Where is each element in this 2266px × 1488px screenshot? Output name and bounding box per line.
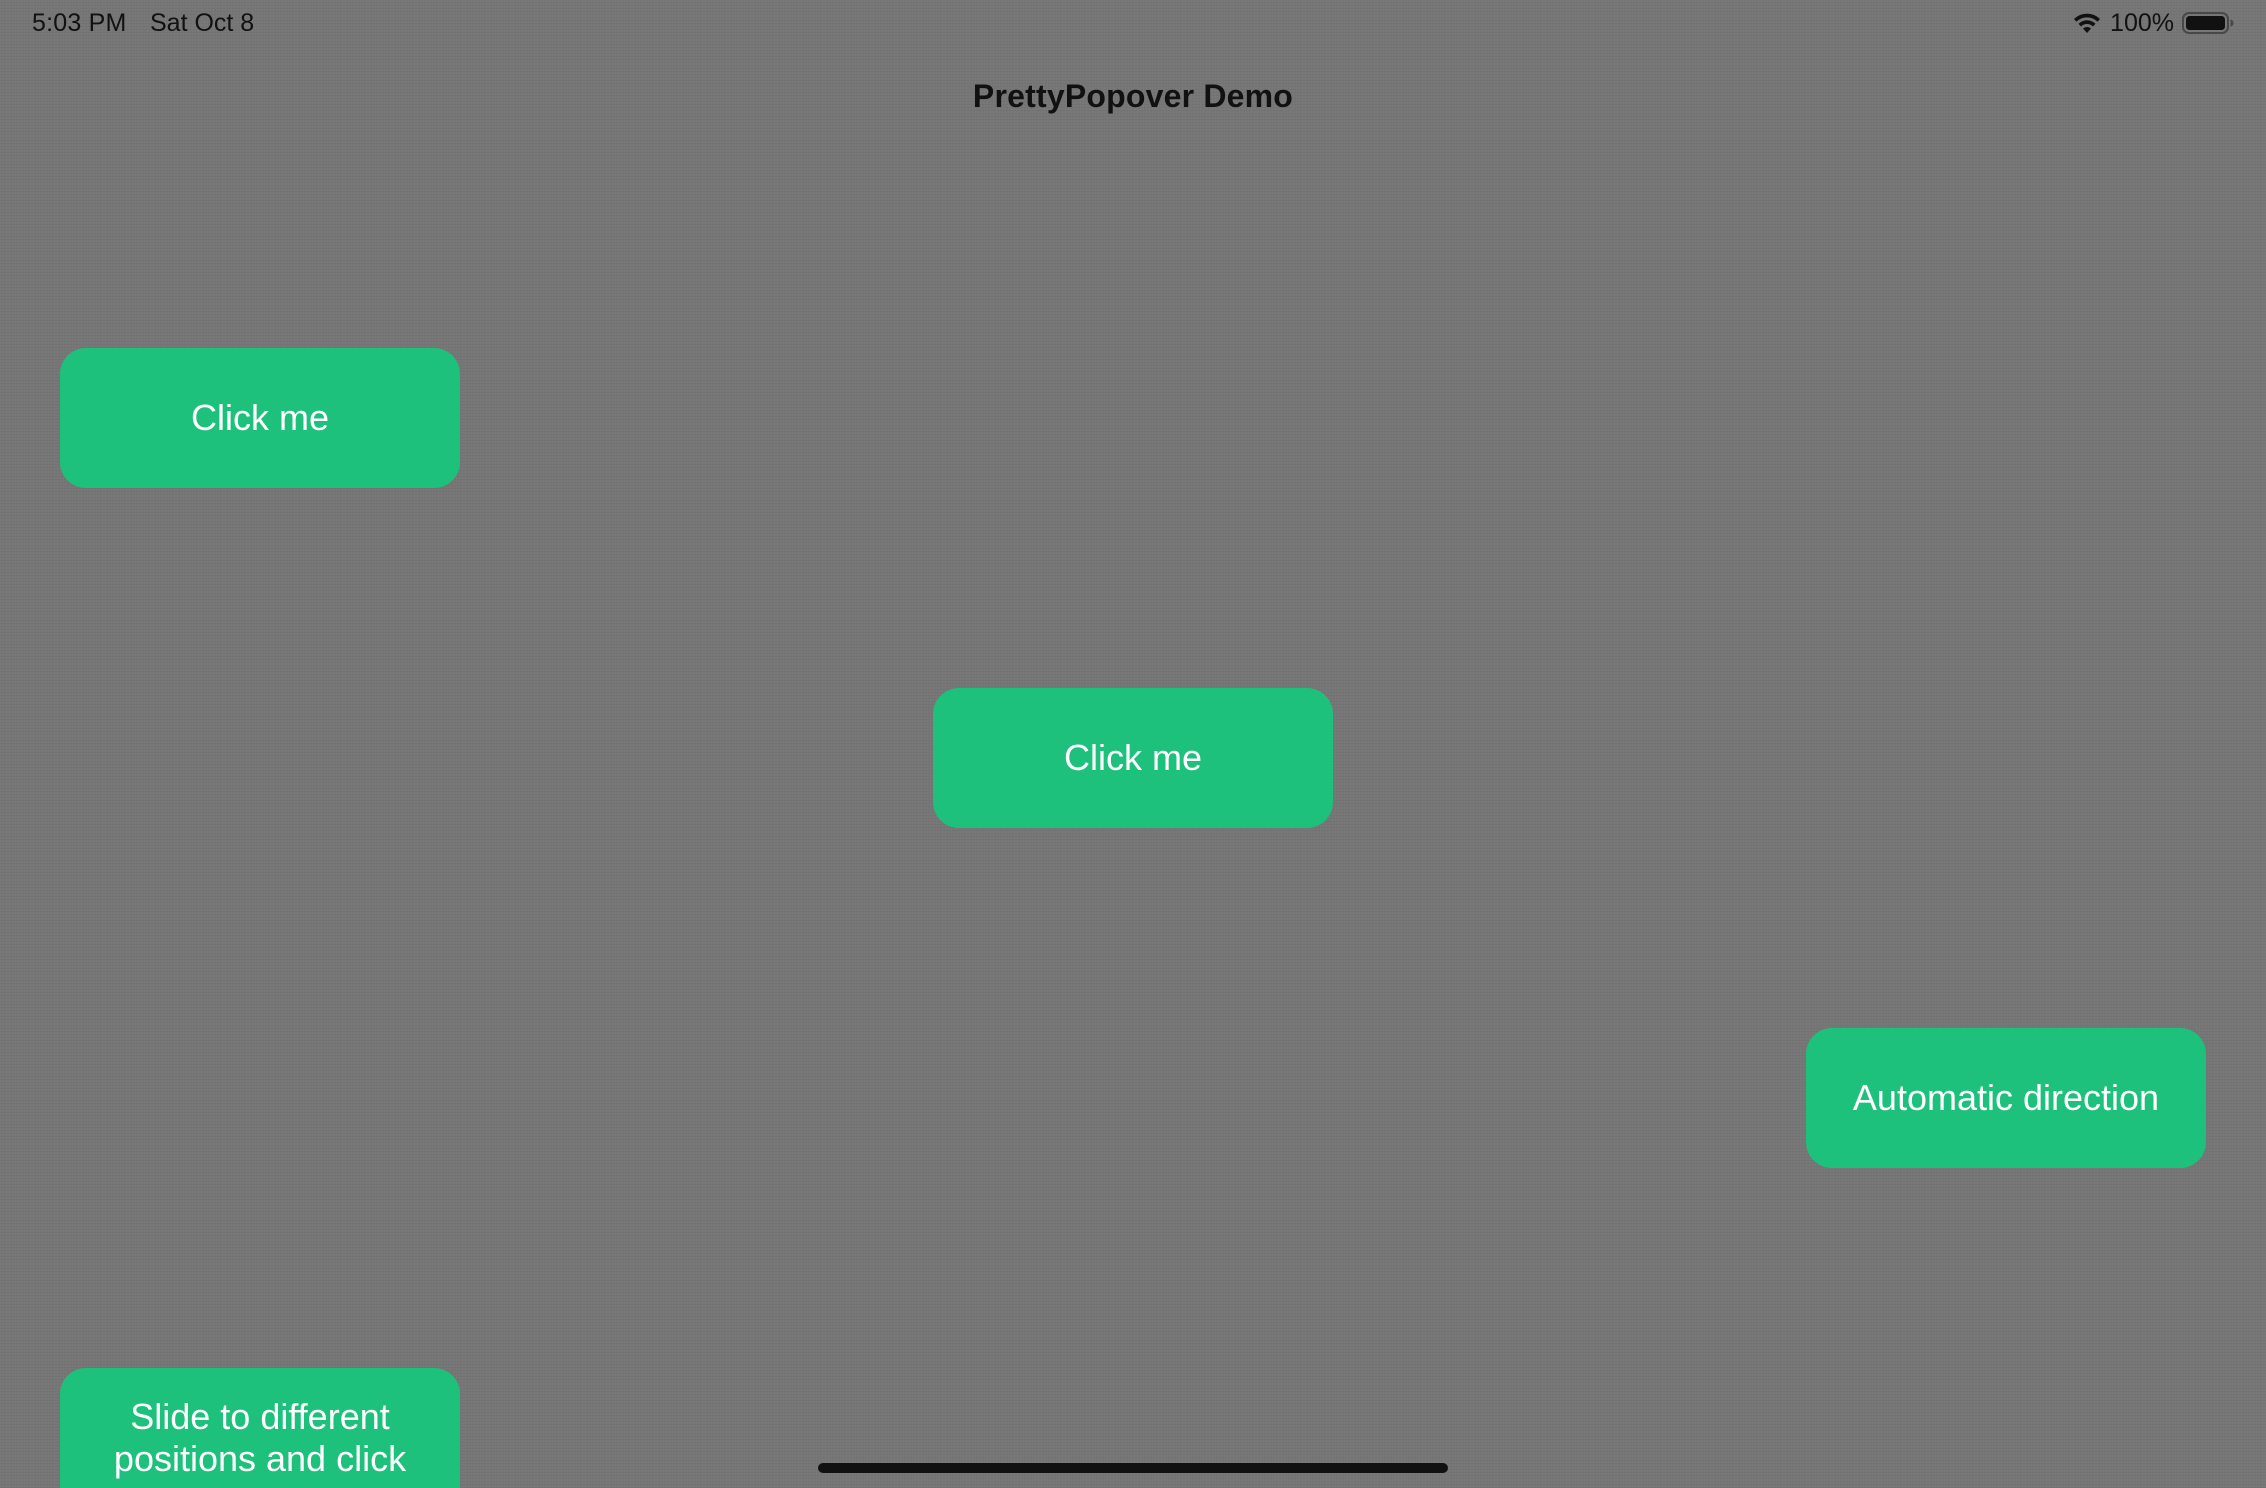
status-right-group: 100% <box>2072 7 2234 39</box>
status-time: 5:03 PM <box>32 9 127 37</box>
home-indicator[interactable] <box>818 1463 1448 1473</box>
button-label: Click me <box>190 397 329 438</box>
button-label: Automatic direction <box>1852 1077 2160 1118</box>
slide-positions-button[interactable]: Slide to different positions and click <box>60 1368 460 1488</box>
page-title: PrettyPopover Demo <box>972 78 1294 114</box>
status-bar: 5:03 PM Sat Oct 8 100% <box>0 0 2266 48</box>
click-me-button-center[interactable]: Click me <box>933 688 1333 828</box>
button-label: Slide to different positions and click <box>113 1396 407 1479</box>
battery-percentage: 100% <box>2110 8 2174 37</box>
battery-full-icon <box>2182 11 2234 35</box>
automatic-direction-button[interactable]: Automatic direction <box>1806 1028 2206 1168</box>
status-date: Sat Oct 8 <box>150 9 255 37</box>
click-me-button-top-left[interactable]: Click me <box>60 348 460 488</box>
button-label: Click me <box>1063 737 1202 778</box>
wifi-icon <box>2072 11 2102 35</box>
app-screen: 5:03 PM Sat Oct 8 100% PrettyPopover Dem… <box>0 0 2266 1488</box>
